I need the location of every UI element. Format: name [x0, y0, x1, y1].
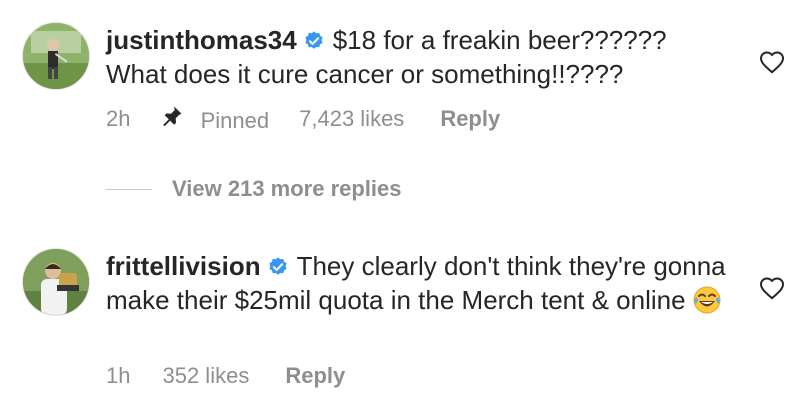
heart-icon[interactable] — [759, 276, 785, 300]
likes-count[interactable]: 7,423 likes — [299, 106, 404, 132]
avatar-frittellivision[interactable] — [22, 248, 90, 316]
view-more-replies-button[interactable]: View 213 more replies — [106, 176, 402, 202]
reply-button[interactable]: Reply — [440, 106, 500, 132]
verified-badge-icon — [303, 28, 325, 59]
comment-2-body: frittellivision They clearly don't think … — [106, 251, 726, 322]
heart-icon[interactable] — [759, 50, 785, 74]
comment-username[interactable]: frittellivision — [106, 251, 261, 281]
pinned-label: Pinned — [200, 108, 270, 133]
verified-badge-icon — [267, 254, 289, 285]
comment-2-meta: 1h 352 likes Reply — [106, 363, 345, 389]
reply-button[interactable]: Reply — [285, 363, 345, 389]
view-replies-label[interactable]: View 213 more replies — [172, 176, 402, 202]
comment-time: 2h — [106, 106, 131, 131]
comment-1-body: justinthomas34 $18 for a freakin beer????… — [106, 25, 726, 90]
face-with-tears-of-joy-icon — [692, 285, 722, 322]
pin-icon — [160, 104, 184, 134]
avatar-justinthomas34[interactable] — [22, 22, 90, 90]
pinned-indicator: Pinned — [160, 104, 269, 134]
likes-count[interactable]: 352 likes — [162, 363, 249, 389]
divider-line — [106, 188, 152, 190]
comment-username[interactable]: justinthomas34 — [106, 25, 297, 55]
comment-1-meta: 2h Pinned 7,423 likes Reply — [106, 104, 500, 134]
comment-time: 1h — [106, 363, 131, 388]
